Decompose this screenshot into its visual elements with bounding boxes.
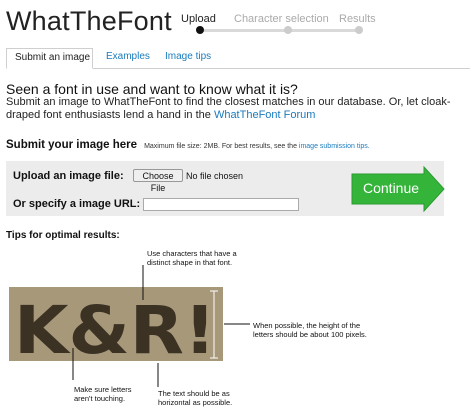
- image-submission-tips-link[interactable]: image submission tips.: [299, 143, 370, 150]
- step-upload-dot: [196, 26, 204, 34]
- tab-bar: Submit an image Examples Image tips: [6, 48, 470, 69]
- step-character-selection: Character selection: [234, 13, 329, 34]
- step-upload: Upload: [181, 13, 216, 34]
- tab-examples[interactable]: Examples: [98, 48, 158, 67]
- tip-letter-height: When possible, the height of the letters…: [253, 321, 367, 339]
- upload-file-label: Upload an image file:: [13, 170, 124, 182]
- tip-not-touching: Make sure letters aren't touching.: [74, 385, 132, 403]
- submit-note: Maximum file size: 2MB. For best results…: [144, 143, 370, 150]
- page-headline: Seen a font in use and want to know what…: [6, 81, 298, 97]
- tips-illustration: K&R! Use characters that have a distinct…: [0, 240, 470, 412]
- choose-file-button[interactable]: Choose File: [133, 169, 183, 193]
- progress-track: [200, 29, 359, 32]
- step-results-dot: [355, 26, 363, 34]
- sample-letters: K&R!: [14, 292, 216, 369]
- submit-header: Submit your image here Maximum file size…: [6, 139, 370, 151]
- tab-submit-an-image[interactable]: Submit an image: [6, 48, 93, 69]
- continue-label: Continue: [363, 180, 420, 196]
- whatthefont-logo[interactable]: WhatTheFont: [6, 6, 172, 37]
- step-results-label: Results: [339, 13, 376, 25]
- tip-distinct-shape: Use characters that have a distinct shap…: [147, 249, 237, 267]
- continue-button[interactable]: Continue: [351, 165, 445, 213]
- submit-title: Submit your image here: [6, 139, 138, 151]
- forum-link[interactable]: WhatTheFont Forum: [214, 109, 315, 121]
- step-character-selection-label: Character selection: [234, 13, 329, 25]
- intro-text: Submit an image to WhatTheFont to find t…: [6, 96, 456, 122]
- progress-steps: Upload Character selection Results: [181, 13, 381, 37]
- step-upload-label: Upload: [181, 13, 216, 25]
- image-url-label: Or specify a image URL:: [13, 198, 141, 210]
- tab-image-tips[interactable]: Image tips: [157, 48, 219, 67]
- step-results: Results: [339, 13, 376, 34]
- upload-form: Upload an image file: Choose File No fil…: [6, 161, 445, 216]
- no-file-status: No file chosen: [186, 171, 244, 181]
- submit-note-text: Maximum file size: 2MB. For best results…: [144, 143, 299, 150]
- image-url-input[interactable]: [143, 198, 299, 211]
- tip-horizontal: The text should be as horizontal as poss…: [158, 389, 233, 407]
- step-character-selection-dot: [284, 26, 292, 34]
